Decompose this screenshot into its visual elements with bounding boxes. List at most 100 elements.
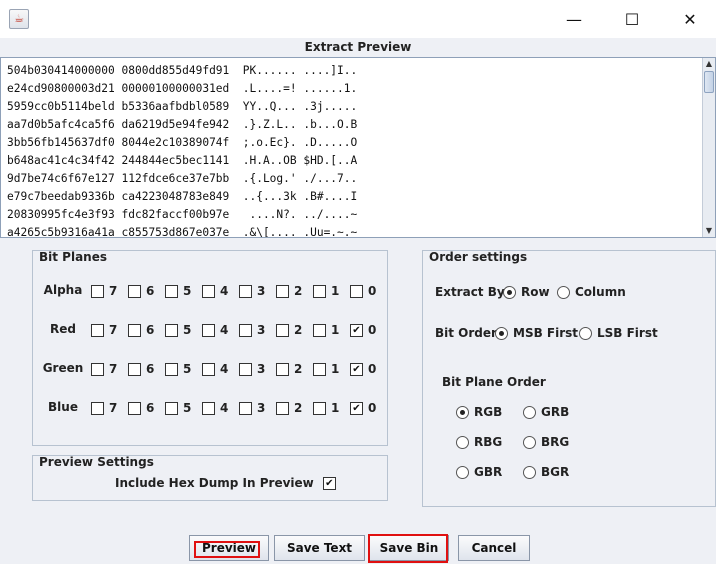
bit-checkbox[interactable]: ✔	[350, 323, 363, 337]
bit-option-alpha-7[interactable]: 7	[91, 284, 117, 298]
bit-checkbox[interactable]	[91, 362, 104, 376]
bit-option-red-7[interactable]: 7	[91, 323, 117, 337]
include-hex-dump-checkbox[interactable]: ✔	[322, 476, 336, 490]
bit-option-alpha-5[interactable]: 5	[165, 284, 191, 298]
bit-option-red-0[interactable]: ✔ 0	[350, 323, 376, 337]
scroll-up-arrow-icon[interactable]: ▲	[703, 58, 715, 70]
bit-option-blue-2[interactable]: 2	[276, 401, 302, 415]
bit-option-green-7[interactable]: 7	[91, 362, 117, 376]
bit-checkbox[interactable]	[313, 323, 326, 337]
bit-option-green-5[interactable]: 5	[165, 362, 191, 376]
plane-order-rbg[interactable]: RBG	[456, 435, 502, 449]
bit-option-green-0[interactable]: ✔ 0	[350, 362, 376, 376]
bit-checkbox[interactable]	[313, 362, 326, 376]
plane-order-bgr[interactable]: BGR	[523, 465, 569, 479]
bit-checkbox[interactable]	[165, 284, 178, 298]
radio-button[interactable]	[503, 285, 516, 299]
cancel-button[interactable]: Cancel	[458, 535, 530, 561]
bit-checkbox[interactable]	[202, 401, 215, 415]
bit-option-red-3[interactable]: 3	[239, 323, 265, 337]
bit-option-alpha-0[interactable]: 0	[350, 284, 376, 298]
close-button[interactable]: ✕	[661, 0, 716, 38]
bit-option-blue-5[interactable]: 5	[165, 401, 191, 415]
bit-option-blue-7[interactable]: 7	[91, 401, 117, 415]
radio-button[interactable]	[523, 405, 536, 419]
bit-label: 4	[220, 362, 229, 376]
bit-checkbox[interactable]	[202, 323, 215, 337]
bit-checkbox[interactable]	[239, 362, 252, 376]
bit-option-green-6[interactable]: 6	[128, 362, 154, 376]
radio-button[interactable]	[456, 405, 469, 419]
bit-order-lsb-first[interactable]: LSB First	[579, 326, 658, 340]
bit-checkbox[interactable]	[202, 362, 215, 376]
hex-preview-area[interactable]: 504b030414000000 0800dd855d49fd91 PK....…	[0, 57, 716, 238]
bit-option-blue-3[interactable]: 3	[239, 401, 265, 415]
bit-option-red-2[interactable]: 2	[276, 323, 302, 337]
bit-checkbox[interactable]	[276, 323, 289, 337]
radio-button[interactable]	[579, 326, 592, 340]
bit-checkbox[interactable]	[165, 323, 178, 337]
bit-checkbox[interactable]	[165, 401, 178, 415]
bit-checkbox[interactable]	[276, 401, 289, 415]
scroll-thumb[interactable]	[704, 71, 714, 93]
bit-checkbox[interactable]: ✔	[350, 401, 363, 415]
bit-option-red-4[interactable]: 4	[202, 323, 228, 337]
maximize-button[interactable]: ☐	[603, 0, 661, 38]
bit-checkbox[interactable]	[128, 362, 141, 376]
bit-option-red-6[interactable]: 6	[128, 323, 154, 337]
bit-option-red-5[interactable]: 5	[165, 323, 191, 337]
bit-option-blue-4[interactable]: 4	[202, 401, 228, 415]
vertical-scrollbar[interactable]: ▲ ▼	[702, 58, 715, 237]
bit-checkbox[interactable]: ✔	[350, 362, 363, 376]
bit-checkbox[interactable]	[128, 284, 141, 298]
radio-button[interactable]	[456, 435, 469, 449]
bit-checkbox[interactable]	[202, 284, 215, 298]
bit-option-green-2[interactable]: 2	[276, 362, 302, 376]
plane-order-grb[interactable]: GRB	[523, 405, 569, 419]
plane-order-brg[interactable]: BRG	[523, 435, 569, 449]
bit-option-green-4[interactable]: 4	[202, 362, 228, 376]
bit-checkbox[interactable]	[350, 284, 363, 298]
include-hex-dump-option[interactable]: Include Hex Dump In Preview ✔	[115, 476, 336, 490]
bit-checkbox[interactable]	[276, 284, 289, 298]
save-text-button[interactable]: Save Text	[274, 535, 365, 561]
bit-checkbox[interactable]	[91, 323, 104, 337]
radio-button[interactable]	[557, 285, 570, 299]
bit-checkbox[interactable]	[128, 323, 141, 337]
bit-checkbox[interactable]	[239, 284, 252, 298]
bit-option-red-1[interactable]: 1	[313, 323, 339, 337]
bit-option-alpha-2[interactable]: 2	[276, 284, 302, 298]
bit-order-msb-first[interactable]: MSB First	[495, 326, 578, 340]
radio-button[interactable]	[523, 465, 536, 479]
radio-button[interactable]	[495, 326, 508, 340]
bit-option-blue-1[interactable]: 1	[313, 401, 339, 415]
bit-checkbox[interactable]	[91, 401, 104, 415]
extract-by-row[interactable]: Row	[503, 285, 550, 299]
extract-by-column[interactable]: Column	[557, 285, 626, 299]
save-bin-button[interactable]: Save Bin	[369, 535, 449, 561]
java-icon: ☕	[9, 9, 29, 29]
bit-checkbox[interactable]	[239, 323, 252, 337]
bit-checkbox[interactable]	[128, 401, 141, 415]
plane-order-rgb[interactable]: RGB	[456, 405, 502, 419]
bit-checkbox[interactable]	[239, 401, 252, 415]
bit-option-alpha-3[interactable]: 3	[239, 284, 265, 298]
bit-checkbox[interactable]	[313, 401, 326, 415]
bit-option-green-3[interactable]: 3	[239, 362, 265, 376]
minimize-button[interactable]: —	[545, 0, 603, 38]
bit-checkbox[interactable]	[276, 362, 289, 376]
bit-option-alpha-1[interactable]: 1	[313, 284, 339, 298]
scroll-down-arrow-icon[interactable]: ▼	[703, 225, 715, 237]
bit-checkbox[interactable]	[165, 362, 178, 376]
bit-option-blue-0[interactable]: ✔ 0	[350, 401, 376, 415]
radio-button[interactable]	[456, 465, 469, 479]
bit-option-blue-6[interactable]: 6	[128, 401, 154, 415]
bit-option-green-1[interactable]: 1	[313, 362, 339, 376]
bit-option-alpha-4[interactable]: 4	[202, 284, 228, 298]
bit-checkbox[interactable]	[91, 284, 104, 298]
preview-button[interactable]: Preview	[189, 535, 269, 561]
radio-button[interactable]	[523, 435, 536, 449]
bit-checkbox[interactable]	[313, 284, 326, 298]
bit-option-alpha-6[interactable]: 6	[128, 284, 154, 298]
plane-order-gbr[interactable]: GBR	[456, 465, 502, 479]
